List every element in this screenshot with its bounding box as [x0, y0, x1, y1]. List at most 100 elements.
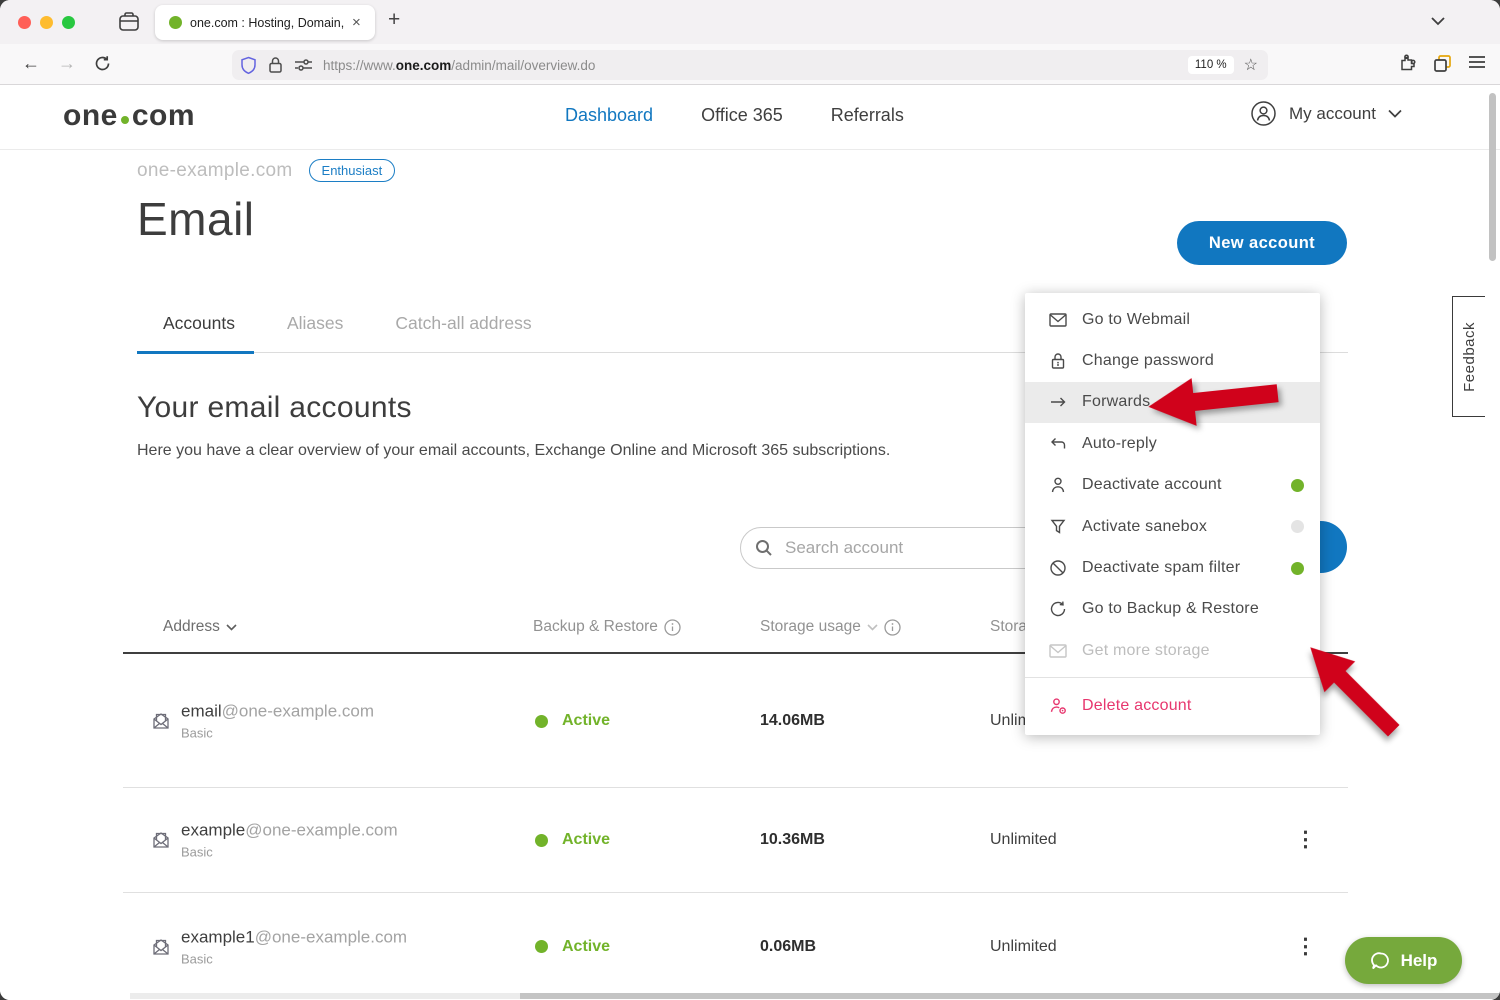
toolbox-icon[interactable] [118, 12, 140, 32]
feedback-tab[interactable]: Feedback [1452, 296, 1485, 417]
forward-button[interactable]: → [58, 53, 76, 74]
account-actions-menu: Go to Webmail Change password Forwards A… [1025, 293, 1320, 735]
horizontal-scrollbar-track[interactable] [130, 993, 520, 999]
menu-divider [1025, 677, 1320, 678]
domain-name: one-example.com [137, 160, 293, 182]
column-address[interactable]: Address [163, 618, 237, 636]
my-account-label: My account [1289, 104, 1376, 124]
status-dot-icon [535, 715, 548, 728]
bookmark-star-icon[interactable]: ☆ [1244, 55, 1258, 75]
tab-aliases[interactable]: Aliases [287, 313, 343, 334]
email-envelope-icon [151, 937, 171, 957]
storage-usage-value: 14.06MB [760, 712, 825, 730]
person-remove-icon [1048, 696, 1068, 716]
help-button[interactable]: Help [1345, 937, 1462, 984]
site-content: onecom Dashboard Office 365 Referrals My… [0, 85, 1500, 1000]
site-favicon [169, 16, 182, 29]
search-account-field[interactable] [740, 527, 1070, 569]
plan-badge: Enthusiast [309, 159, 396, 182]
search-icon [755, 539, 773, 557]
account-plan: Basic [181, 845, 398, 860]
logo-dot-icon [121, 116, 129, 124]
table-row: example1@one-example.com Basic Active 0.… [123, 893, 1348, 1000]
one-com-logo[interactable]: onecom [63, 99, 195, 133]
info-icon[interactable] [664, 619, 681, 636]
storage-limit-value: Unlimited [990, 938, 1057, 956]
info-icon[interactable] [884, 619, 901, 636]
permissions-icon[interactable] [294, 58, 313, 72]
sort-chevron-icon [226, 624, 237, 631]
row-actions-kebab-icon[interactable]: ⋮ [1295, 834, 1316, 846]
tab-close-icon[interactable]: × [352, 14, 361, 31]
person-icon [1048, 475, 1068, 495]
page-title: Email [137, 192, 255, 246]
container-tabs-icon[interactable] [1433, 54, 1452, 73]
vertical-scrollbar-thumb[interactable] [1489, 93, 1496, 261]
status-badge: Active [535, 831, 610, 849]
my-account-menu[interactable]: My account [1250, 100, 1402, 127]
search-input[interactable] [783, 537, 1013, 559]
menu-item-delete-account[interactable]: Delete account [1025, 683, 1320, 729]
account-address: example@one-example.com Basic [181, 821, 398, 860]
domain-row: one-example.com Enthusiast [137, 159, 395, 182]
section-description: Here you have a clear overview of your e… [137, 442, 890, 460]
section-title: Your email accounts [137, 391, 412, 425]
padlock-icon [1048, 351, 1068, 371]
back-button[interactable]: ← [22, 53, 40, 74]
tracking-shield-icon[interactable] [240, 56, 257, 75]
email-envelope-icon [151, 830, 171, 850]
email-envelope-icon [151, 711, 171, 731]
minimize-window-button[interactable] [40, 16, 53, 29]
fullscreen-window-button[interactable] [62, 16, 75, 29]
lock-icon[interactable] [268, 56, 283, 74]
toggle-status-dot [1291, 479, 1304, 492]
storage-limit-value: Unlimited [990, 831, 1057, 849]
active-tab-underline [137, 351, 254, 354]
reload-button[interactable] [94, 55, 111, 72]
url-bar[interactable]: https://www.one.com/admin/mail/overview.… [232, 50, 1268, 80]
menu-item-go-to-webmail[interactable]: Go to Webmail [1025, 299, 1320, 340]
chat-bubble-icon [1370, 950, 1392, 972]
tab-catch-all[interactable]: Catch-all address [395, 313, 531, 334]
nav-dashboard[interactable]: Dashboard [565, 105, 653, 126]
account-plan: Basic [181, 726, 374, 741]
menu-item-backup-restore[interactable]: Go to Backup & Restore [1025, 589, 1320, 630]
menu-item-get-more-storage[interactable]: Get more storage [1025, 630, 1320, 671]
browser-toolbar: ← → https://www.one.com/admin/mail/overv… [0, 44, 1500, 85]
toggle-status-dot [1291, 562, 1304, 575]
account-address: email@one-example.com Basic [181, 702, 374, 741]
browser-tab[interactable]: one.com : Hosting, Domain, Ema × [155, 5, 375, 40]
main-nav: Dashboard Office 365 Referrals [565, 105, 904, 126]
menu-hamburger-icon[interactable] [1468, 54, 1486, 70]
browser-window: one.com : Hosting, Domain, Ema × + ← → [0, 0, 1500, 1000]
blocked-icon [1048, 558, 1068, 578]
horizontal-scrollbar-thumb[interactable] [520, 993, 1500, 999]
storage-usage-value: 0.06MB [760, 938, 816, 956]
status-badge: Active [535, 712, 610, 730]
column-storage-usage[interactable]: Storage usage [760, 618, 901, 636]
table-row: example@one-example.com Basic Active 10.… [123, 788, 1348, 893]
account-address: example1@one-example.com Basic [181, 927, 407, 966]
nav-referrals[interactable]: Referrals [831, 105, 904, 126]
menu-item-activate-sanebox[interactable]: Activate sanebox [1025, 506, 1320, 547]
page-zoom-level[interactable]: 110 % [1188, 56, 1234, 74]
status-dot-icon [535, 940, 548, 953]
tab-accounts[interactable]: Accounts [163, 313, 235, 334]
browser-tab-bar: one.com : Hosting, Domain, Ema × + [0, 0, 1500, 44]
tab-title: one.com : Hosting, Domain, Ema [190, 16, 348, 30]
nav-office365[interactable]: Office 365 [701, 105, 783, 126]
close-window-button[interactable] [18, 16, 31, 29]
chevron-down-icon [1388, 109, 1402, 118]
arrow-right-icon [1048, 392, 1068, 412]
user-avatar-icon [1250, 100, 1277, 127]
menu-item-deactivate-spam-filter[interactable]: Deactivate spam filter [1025, 547, 1320, 588]
row-actions-kebab-icon[interactable]: ⋮ [1295, 941, 1316, 953]
new-tab-button[interactable]: + [388, 8, 400, 32]
list-tabs-chevron-icon[interactable] [1430, 15, 1446, 27]
url-text: https://www.one.com/admin/mail/overview.… [323, 58, 1188, 73]
account-plan: Basic [181, 951, 407, 966]
new-account-button[interactable]: New account [1177, 221, 1347, 265]
menu-item-deactivate-account[interactable]: Deactivate account [1025, 465, 1320, 506]
envelope-icon [1048, 641, 1068, 661]
extensions-icon[interactable] [1398, 54, 1417, 73]
